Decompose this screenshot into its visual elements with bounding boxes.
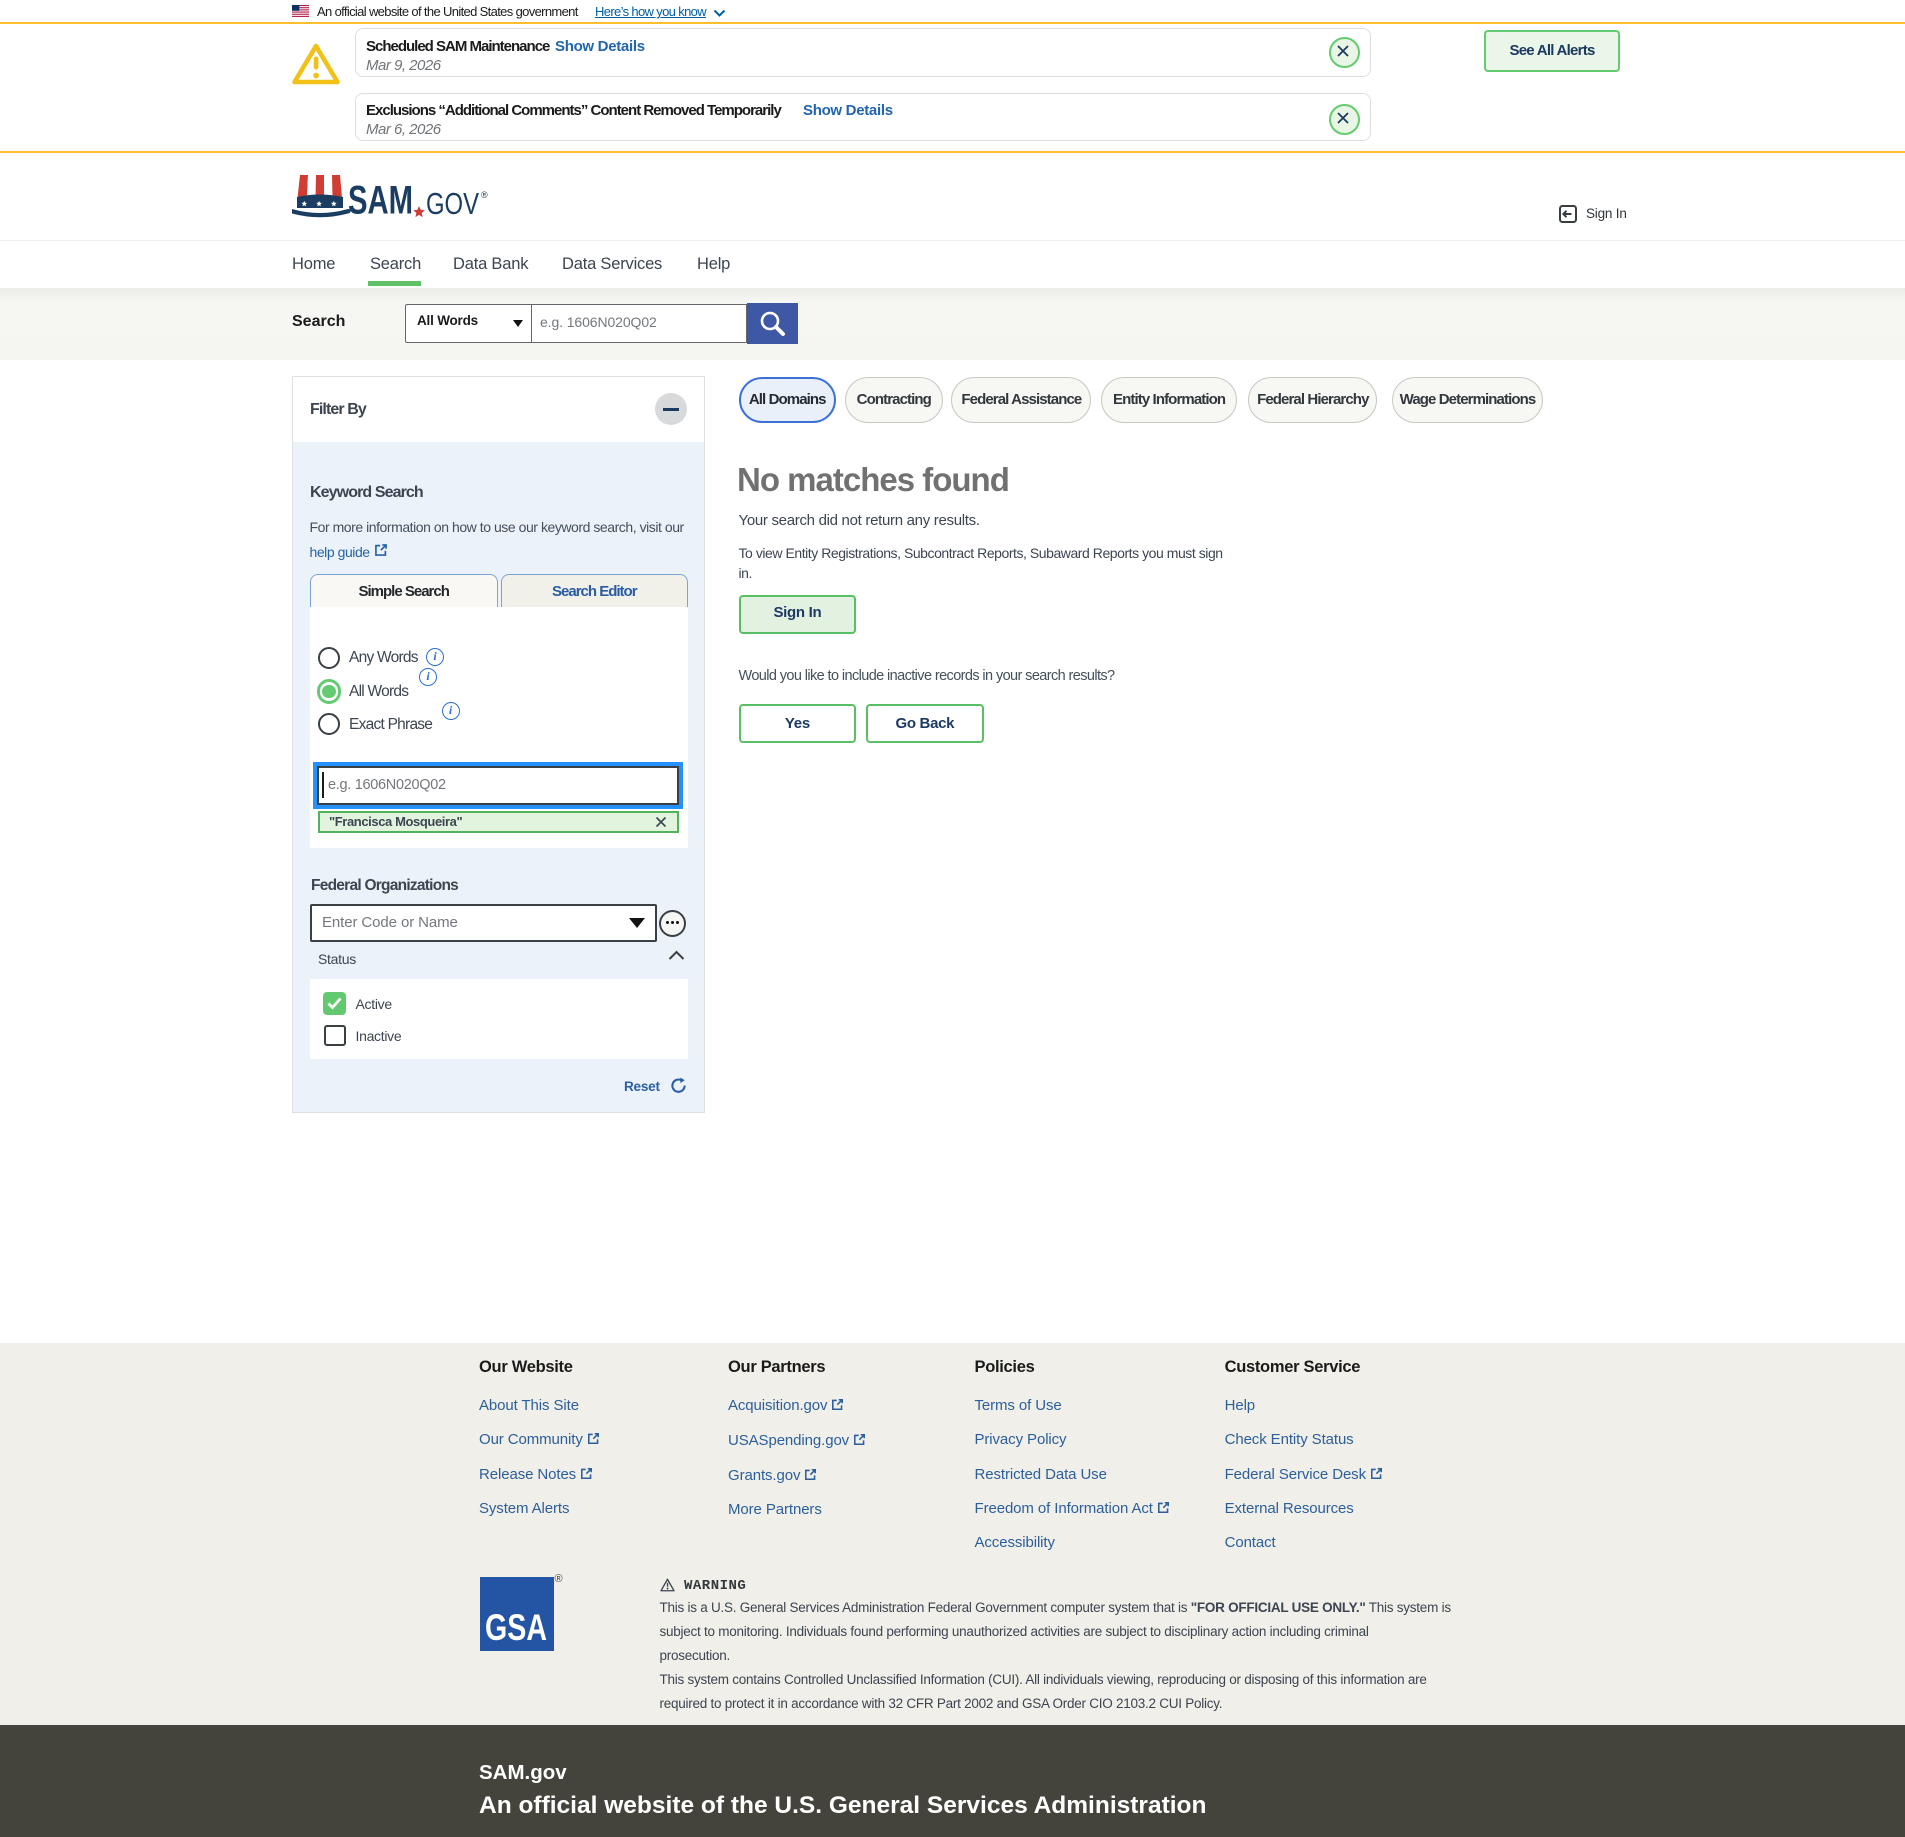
svg-text:SAM: SAM [348,179,413,221]
svg-text:GOV: GOV [426,186,479,220]
svg-text:®: ® [481,190,488,200]
svg-text:GSA: GSA [485,1607,547,1648]
